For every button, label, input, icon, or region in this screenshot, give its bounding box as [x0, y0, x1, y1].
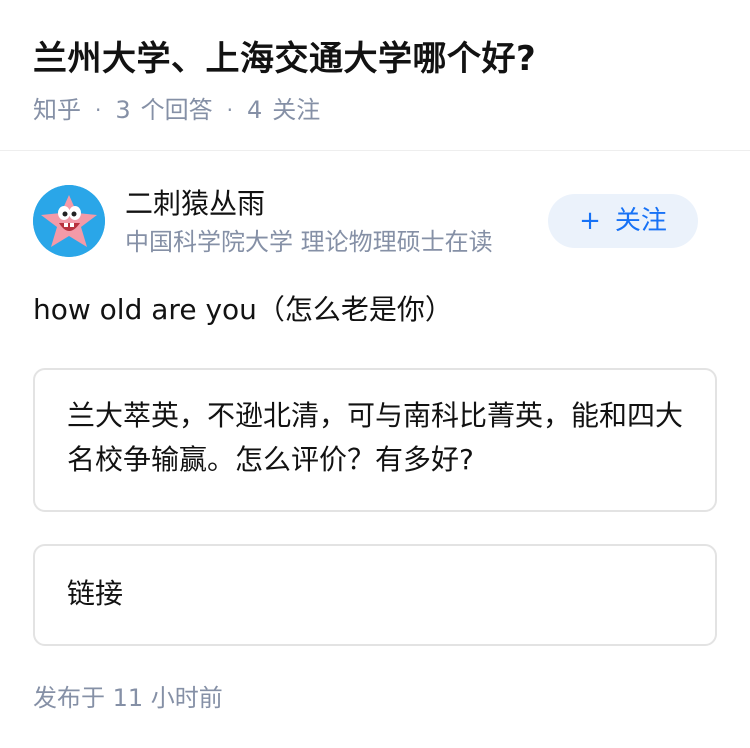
- quote-text: 兰大萃英，不逊北清，可与南科比菁英，能和四大名校争输赢。怎么评价？有多好?: [67, 399, 684, 476]
- publish-time: 发布于 11 小时前: [33, 684, 223, 712]
- question-meta: 知乎 · 3 个回答 · 4 关注: [33, 93, 320, 127]
- plus-icon: +: [579, 206, 601, 236]
- author-row: 二刺猿丛雨 中国科学院大学 理论物理硕士在读 + 关注: [33, 185, 723, 261]
- link-card[interactable]: 链接: [33, 544, 717, 646]
- question-title[interactable]: 兰州大学、上海交通大学哪个好?: [33, 36, 536, 82]
- link-label[interactable]: 链接: [67, 575, 123, 613]
- cartoon-starfish-avatar-icon: [33, 185, 105, 257]
- meta-separator: ·: [95, 98, 102, 122]
- follow-label: 关注: [614, 206, 667, 236]
- answers-label[interactable]: 个回答: [141, 93, 213, 127]
- author-headline: 中国科学院大学 理论物理硕士在读: [125, 228, 493, 256]
- followers-label[interactable]: 关注: [272, 93, 320, 127]
- follow-button[interactable]: + 关注: [548, 194, 698, 248]
- answer-intro: how old are you（怎么老是你）: [33, 293, 453, 326]
- source-label[interactable]: 知乎: [33, 93, 81, 127]
- followers-count: 4: [247, 96, 263, 124]
- avatar[interactable]: [33, 185, 105, 257]
- answers-count: 3: [115, 96, 131, 124]
- question-header: 兰州大学、上海交通大学哪个好? 知乎 · 3 个回答 · 4 关注: [0, 0, 750, 151]
- quote-card: 兰大萃英，不逊北清，可与南科比菁英，能和四大名校争输赢。怎么评价？有多好?: [33, 368, 717, 512]
- meta-separator: ·: [226, 98, 233, 122]
- author-name[interactable]: 二刺猿丛雨: [125, 185, 265, 223]
